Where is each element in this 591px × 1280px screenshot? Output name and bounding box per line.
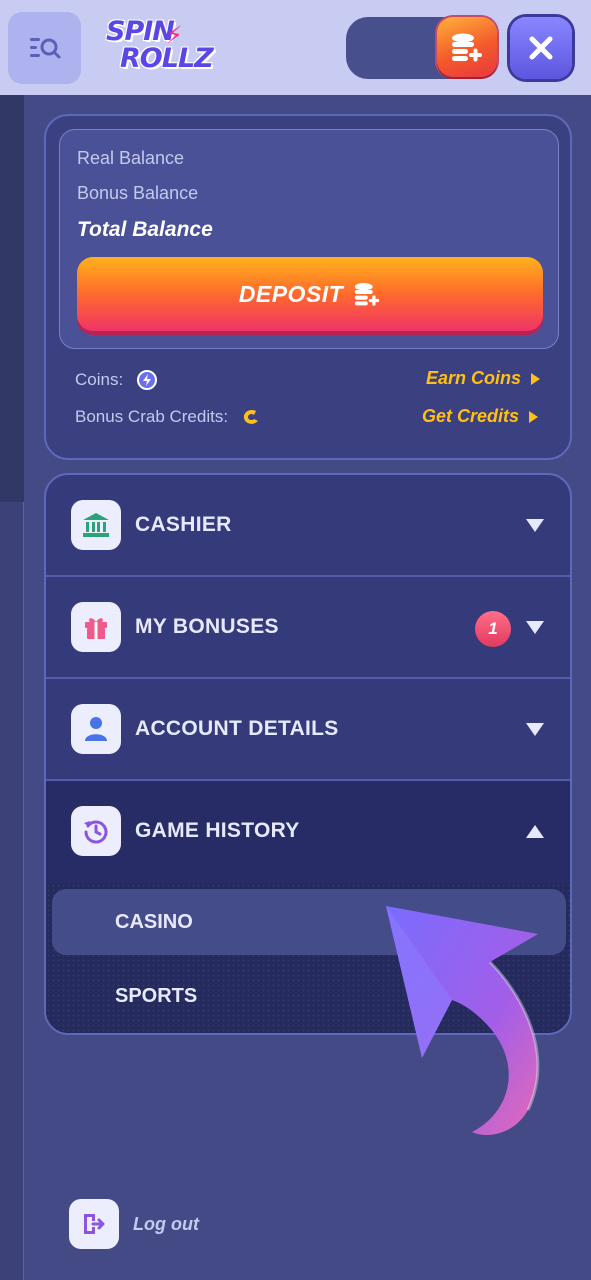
coins-plus-icon — [452, 33, 482, 62]
account-menu: CASHIER MY BONUSES 1 ACCOUNT DETAILS GAM… — [44, 473, 572, 1035]
logout-button[interactable]: Log out — [69, 1199, 199, 1249]
top-header: SPIN ⚡ ROLLZ — [0, 0, 591, 95]
chevron-down-icon — [526, 723, 544, 736]
earn-coins-label: Earn Coins — [426, 368, 522, 388]
menu-item-label: ACCOUNT DETAILS — [135, 717, 339, 740]
submenu-item-casino[interactable]: CASINO — [52, 889, 566, 955]
submenu-item-sports[interactable]: SPORTS — [52, 963, 566, 1029]
deposit-button[interactable]: DEPOSIT — [77, 257, 543, 331]
balance-card: Real Balance Bonus Balance Total Balance… — [44, 114, 572, 460]
menu-item-label: CASHIER — [135, 513, 232, 536]
deposit-button-label: DEPOSIT — [238, 280, 344, 307]
background-page-strip — [0, 95, 24, 1280]
coins-row: Coins: — [75, 370, 158, 390]
crab-credits-row: Bonus Crab Credits: — [75, 407, 262, 427]
total-balance-label: Total Balance — [77, 218, 213, 241]
background-page-dark — [0, 95, 24, 502]
user-icon — [71, 704, 121, 754]
get-credits-link[interactable]: Get Credits — [422, 406, 539, 427]
balance-summary: Real Balance Bonus Balance Total Balance… — [59, 129, 559, 349]
coins-plus-icon — [355, 283, 380, 306]
notification-badge: 1 — [475, 611, 511, 647]
crab-claw-icon — [243, 409, 259, 424]
menu-item-game-history[interactable]: GAME HISTORY — [46, 781, 570, 883]
gift-icon — [71, 602, 121, 652]
logout-icon — [69, 1199, 119, 1249]
menu-item-label: MY BONUSES — [135, 615, 279, 638]
menu-item-cashier[interactable]: CASHIER — [46, 475, 570, 577]
add-funds-button[interactable] — [437, 17, 497, 77]
logo-line-2: ROLLZ — [120, 43, 214, 74]
chevron-up-icon — [526, 825, 544, 838]
logout-label: Log out — [133, 1213, 199, 1234]
lightning-coin-icon — [137, 370, 158, 390]
search-menu-button[interactable] — [8, 12, 81, 84]
get-credits-label: Get Credits — [422, 406, 520, 426]
bank-icon — [71, 500, 121, 550]
menu-item-label: GAME HISTORY — [135, 819, 300, 842]
earn-coins-link[interactable]: Earn Coins — [426, 368, 541, 389]
real-balance-label: Real Balance — [77, 148, 185, 168]
bonus-balance-label: Bonus Balance — [77, 183, 199, 203]
game-history-submenu: CASINO SPORTS — [46, 883, 570, 1033]
menu-item-my-bonuses[interactable]: MY BONUSES 1 — [46, 577, 570, 679]
coins-label: Coins: — [75, 370, 124, 389]
menu-item-account-details[interactable]: ACCOUNT DETAILS — [46, 679, 570, 781]
arrow-right-icon — [529, 410, 539, 423]
spin-rollz-logo[interactable]: SPIN ⚡ ROLLZ — [106, 18, 214, 78]
arrow-right-icon — [531, 372, 541, 385]
logo-bolt-icon: ⚡ — [166, 21, 183, 49]
history-icon — [71, 806, 121, 856]
chevron-down-icon — [526, 519, 544, 532]
search-list-icon — [29, 38, 60, 59]
close-menu-button[interactable] — [510, 17, 572, 79]
chevron-down-icon — [526, 621, 544, 634]
crab-credits-label: Bonus Crab Credits: — [75, 407, 229, 426]
close-icon — [529, 36, 553, 60]
